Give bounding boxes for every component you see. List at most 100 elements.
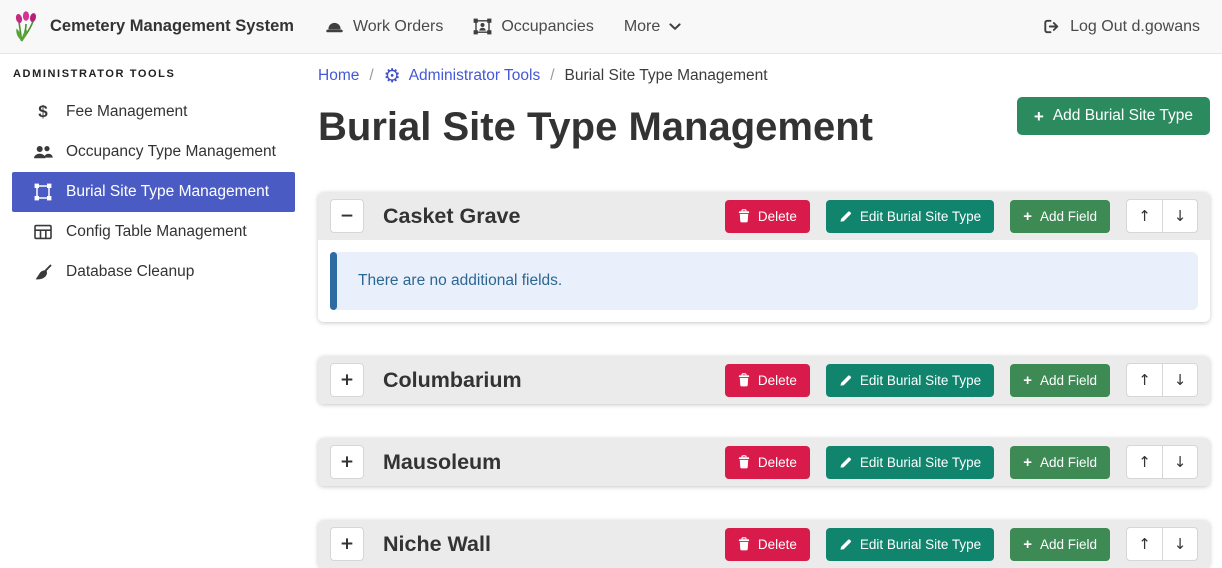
no-fields-message: There are no additional fields. <box>358 272 562 289</box>
nav-occupancies[interactable]: Occupancies <box>458 10 609 44</box>
pencil-icon <box>839 456 852 469</box>
vector-square-icon <box>31 183 55 201</box>
delete-button[interactable]: Delete <box>725 446 810 479</box>
move-down-button[interactable]: ↓ <box>1162 363 1198 397</box>
sidebar-item-label: Fee Management <box>66 103 188 121</box>
reorder-button-group: ↑ ↓ <box>1126 445 1198 479</box>
panel-header: − Casket Grave Delete <box>318 192 1210 240</box>
plus-icon: + <box>1023 455 1032 470</box>
users-icon <box>31 144 55 160</box>
panel-title: Mausoleum <box>383 450 501 475</box>
move-down-button[interactable]: ↓ <box>1162 199 1198 233</box>
sidebar-item-label: Database Cleanup <box>66 263 194 281</box>
sidebar-item-occupancy-type-management[interactable]: Occupancy Type Management <box>12 132 295 172</box>
sidebar-item-burial-site-type-management[interactable]: Burial Site Type Management <box>12 172 295 212</box>
edit-label: Edit Burial Site Type <box>860 373 981 388</box>
panel-title: Casket Grave <box>383 204 520 229</box>
edit-label: Edit Burial Site Type <box>860 537 981 552</box>
edit-burial-site-type-button[interactable]: Edit Burial Site Type <box>826 364 994 397</box>
top-navbar: Cemetery Management System Work Orders <box>0 0 1222 54</box>
add-burial-site-type-button[interactable]: + Add Burial Site Type <box>1017 97 1210 135</box>
panel-niche-wall: + Niche Wall Delete <box>318 520 1210 568</box>
add-field-button[interactable]: + Add Field <box>1010 200 1110 233</box>
page-title: Burial Site Type Management <box>318 100 873 154</box>
nav-work-orders-label: Work Orders <box>353 18 443 36</box>
edit-label: Edit Burial Site Type <box>860 209 981 224</box>
pencil-icon <box>839 374 852 387</box>
move-up-button[interactable]: ↑ <box>1126 199 1162 233</box>
chevron-down-icon <box>669 23 681 31</box>
breadcrumb-administrator-tools[interactable]: ⚙ Administrator Tools <box>384 67 541 86</box>
reorder-button-group: ↑ ↓ <box>1126 199 1198 233</box>
sidebar-item-config-table-management[interactable]: Config Table Management <box>12 212 295 252</box>
move-up-button[interactable]: ↑ <box>1126 363 1162 397</box>
panel-columbarium: + Columbarium Delete <box>318 356 1210 404</box>
trash-icon <box>738 537 750 551</box>
breadcrumb-separator: / <box>369 67 373 85</box>
panel-casket-grave: − Casket Grave Delete <box>318 192 1210 322</box>
sidebar-item-label: Config Table Management <box>66 223 247 241</box>
add-field-button[interactable]: + Add Field <box>1010 364 1110 397</box>
tulip-logo-icon <box>12 11 40 43</box>
gear-icon: ⚙ <box>384 67 401 86</box>
breadcrumb-separator: / <box>550 67 554 85</box>
plus-icon: + <box>1023 209 1032 224</box>
move-down-button[interactable]: ↓ <box>1162 445 1198 479</box>
frame-user-icon <box>473 18 492 35</box>
breadcrumb-administrator-tools-label: Administrator Tools <box>409 67 541 85</box>
trash-icon <box>738 455 750 469</box>
logout-icon <box>1043 19 1061 34</box>
sidebar: ADMINISTRATOR TOOLS $ Fee Management Occ… <box>0 54 306 556</box>
delete-button[interactable]: Delete <box>725 200 810 233</box>
breadcrumb: Home / ⚙ Administrator Tools / Burial Si… <box>318 64 1210 88</box>
move-up-button[interactable]: ↑ <box>1126 445 1162 479</box>
page-header: Burial Site Type Management + Add Burial… <box>318 88 1210 192</box>
delete-button[interactable]: Delete <box>725 364 810 397</box>
sidebar-item-database-cleanup[interactable]: Database Cleanup <box>12 252 295 292</box>
trash-icon <box>738 373 750 387</box>
pencil-icon <box>839 210 852 223</box>
breadcrumb-home[interactable]: Home <box>318 67 359 85</box>
broom-icon <box>31 264 55 281</box>
add-burial-site-type-label: Add Burial Site Type <box>1053 107 1193 125</box>
expand-toggle-button[interactable]: + <box>330 445 364 479</box>
plus-icon: + <box>1034 108 1044 125</box>
sidebar-item-label: Burial Site Type Management <box>66 183 269 201</box>
logout-label: Log Out d.gowans <box>1070 18 1200 36</box>
sidebar-item-fee-management[interactable]: $ Fee Management <box>12 92 295 132</box>
panel-mausoleum: + Mausoleum Delete <box>318 438 1210 486</box>
panel-header: + Mausoleum Delete <box>318 438 1210 486</box>
delete-label: Delete <box>758 209 797 224</box>
trash-icon <box>738 209 750 223</box>
nav-more[interactable]: More <box>609 10 696 44</box>
main-content: Home / ⚙ Administrator Tools / Burial Si… <box>306 54 1222 556</box>
nav-occupancies-label: Occupancies <box>501 18 594 36</box>
no-fields-alert: There are no additional fields. <box>330 252 1198 310</box>
panel-header: + Niche Wall Delete <box>318 520 1210 568</box>
edit-burial-site-type-button[interactable]: Edit Burial Site Type <box>826 446 994 479</box>
add-field-label: Add Field <box>1040 373 1097 388</box>
delete-label: Delete <box>758 537 797 552</box>
add-field-label: Add Field <box>1040 455 1097 470</box>
alert-left-bar <box>330 252 337 310</box>
logout-link[interactable]: Log Out d.gowans <box>1039 10 1204 44</box>
panel-title: Niche Wall <box>383 532 491 557</box>
nav-work-orders[interactable]: Work Orders <box>310 10 458 44</box>
expand-toggle-button[interactable]: + <box>330 363 364 397</box>
app-title: Cemetery Management System <box>50 17 294 36</box>
table-icon <box>31 224 55 240</box>
hard-hat-icon <box>325 19 344 34</box>
primary-nav: Work Orders Occupancies More <box>310 10 696 44</box>
add-field-label: Add Field <box>1040 209 1097 224</box>
edit-burial-site-type-button[interactable]: Edit Burial Site Type <box>826 200 994 233</box>
delete-label: Delete <box>758 373 797 388</box>
plus-icon: + <box>1023 373 1032 388</box>
edit-label: Edit Burial Site Type <box>860 455 981 470</box>
reorder-button-group: ↑ ↓ <box>1126 363 1198 397</box>
collapse-toggle-button[interactable]: − <box>330 199 364 233</box>
nav-more-label: More <box>624 18 660 36</box>
app-brand[interactable]: Cemetery Management System <box>12 11 294 43</box>
sidebar-item-label: Occupancy Type Management <box>66 143 276 161</box>
plus-icon: + <box>1023 537 1032 552</box>
add-field-button[interactable]: + Add Field <box>1010 446 1110 479</box>
